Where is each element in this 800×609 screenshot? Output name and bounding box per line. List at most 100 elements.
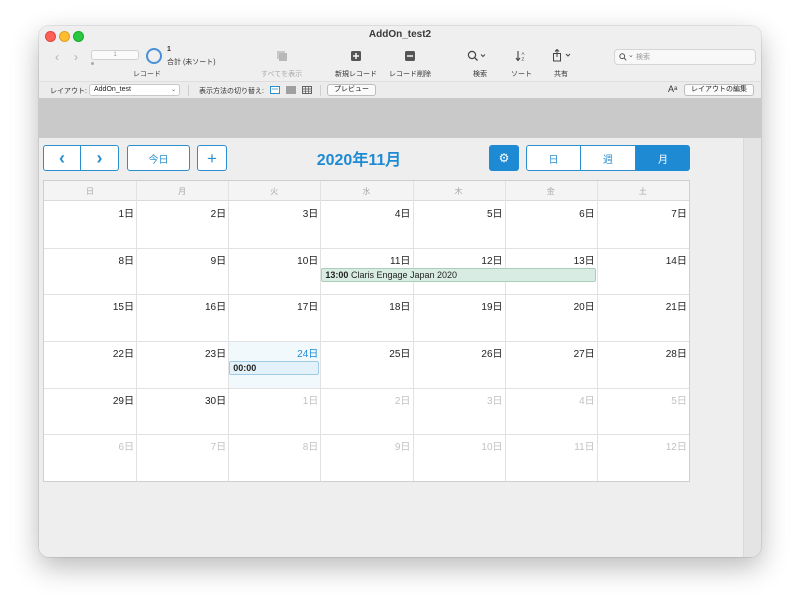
day-number: 2日 <box>394 395 411 407</box>
search-icon <box>619 53 627 61</box>
weekday-header: 日 <box>86 187 94 196</box>
view-as-label: 表示方法の切り替え: <box>199 88 264 95</box>
previous-record-icon[interactable]: ‹ <box>55 50 59 64</box>
day-number: 24日 <box>297 349 319 360</box>
day-number: 6日 <box>118 442 134 454</box>
calendar-previous-button[interactable]: ‹ <box>43 145 81 171</box>
find-label[interactable]: 検索 <box>473 69 487 79</box>
toolbar: AddOn_test2 ‹ › 1 1 合計 (未ソート) レコード すべてを表… <box>39 26 761 108</box>
find-icon[interactable] <box>467 50 487 62</box>
quick-find-field[interactable]: ⌄ <box>614 49 756 65</box>
day-number: 18日 <box>389 302 411 314</box>
calendar-event[interactable]: 13:00 Claris Engage Japan 2020 <box>321 267 596 282</box>
edit-layout-button[interactable]: レイアウトの編集 <box>684 84 754 96</box>
day-number: 3日 <box>486 395 503 407</box>
layout-select[interactable]: AddOn_test ⌄ <box>89 84 180 96</box>
day-number: 8日 <box>118 255 134 267</box>
format-bar-icon[interactable]: Aᵃ <box>668 84 677 94</box>
week-view-tab[interactable]: 週 <box>581 145 636 171</box>
sort-label[interactable]: ソート <box>511 69 532 79</box>
day-number: 9日 <box>210 255 227 267</box>
day-view-tab[interactable]: 日 <box>526 145 581 171</box>
day-number: 4日 <box>394 209 411 220</box>
list-view-icon[interactable] <box>286 86 296 94</box>
chevron-left-icon: ‹ <box>59 148 65 168</box>
day-number: 19日 <box>481 302 503 314</box>
weekday-header-row: 日月火水木金土 <box>44 181 689 201</box>
day-number: 10日 <box>481 442 503 454</box>
header-area <box>39 98 761 138</box>
week-view-label: 週 <box>603 154 613 166</box>
day-number: 12日 <box>481 255 503 267</box>
day-number: 1日 <box>118 209 134 220</box>
vertical-scrollbar[interactable] <box>743 138 761 557</box>
weekday-header: 月 <box>178 187 187 196</box>
day-number: 1日 <box>302 395 319 407</box>
calendar-next-button[interactable]: › <box>81 145 119 171</box>
new-record-icon[interactable] <box>351 51 361 61</box>
day-number: 15日 <box>112 302 134 314</box>
day-number: 28日 <box>665 349 687 360</box>
weekday-header: 土 <box>638 187 647 196</box>
day-number: 16日 <box>205 302 227 314</box>
day-number: 12日 <box>665 442 687 454</box>
day-number: 17日 <box>297 302 319 314</box>
slider-knob-icon[interactable] <box>91 62 94 65</box>
event-time: 00:00 <box>233 363 257 373</box>
weekday-header: 水 <box>362 187 371 196</box>
search-options-chevron-icon[interactable]: ⌄ <box>628 51 634 59</box>
layout-label: レイアウト: <box>50 88 87 95</box>
sort-icon[interactable]: A Z <box>515 50 527 62</box>
gear-icon: ⚙ <box>498 151 510 165</box>
app-window: AddOn_test2 ‹ › 1 1 合計 (未ソート) レコード すべてを表… <box>39 26 761 557</box>
day-number: 7日 <box>210 442 227 454</box>
show-all-icon[interactable] <box>276 50 288 62</box>
day-number: 22日 <box>112 349 134 360</box>
calendar-settings-button[interactable]: ⚙ <box>489 145 519 171</box>
day-number: 6日 <box>579 209 595 220</box>
today-button[interactable]: 今日 <box>127 145 190 171</box>
share-icon[interactable] <box>552 49 572 62</box>
show-all-label[interactable]: すべてを表示 <box>261 69 302 79</box>
day-number: 26日 <box>481 349 503 360</box>
day-number: 25日 <box>389 349 411 360</box>
day-number: 29日 <box>112 395 134 407</box>
day-number: 7日 <box>671 209 687 220</box>
record-caption: レコード <box>133 71 161 78</box>
next-record-icon[interactable]: › <box>74 50 78 64</box>
search-input[interactable] <box>636 51 751 63</box>
add-event-button[interactable]: + <box>197 145 227 171</box>
day-number: 13日 <box>573 255 595 267</box>
weekday-header: 木 <box>454 187 463 196</box>
plus-icon: + <box>207 148 217 168</box>
calendar-title: 2020年11月 <box>316 152 402 169</box>
calendar-event[interactable]: 00:00 <box>229 361 320 375</box>
record-total: 合計 (未ソート) <box>167 59 216 66</box>
event-title: Claris Engage Japan 2020 <box>350 269 458 280</box>
day-number: 4日 <box>579 395 595 407</box>
share-label[interactable]: 共有 <box>554 69 568 79</box>
day-view-label: 日 <box>548 154 559 166</box>
preview-button[interactable]: プレビュー <box>327 84 376 96</box>
table-view-icon[interactable] <box>302 86 312 94</box>
day-number: 30日 <box>205 395 227 407</box>
day-number: 14日 <box>665 255 687 267</box>
new-record-label[interactable]: 新規レコード <box>335 69 377 79</box>
day-number: 23日 <box>205 349 227 360</box>
month-view-label: 月 <box>658 154 668 166</box>
delete-record-icon[interactable] <box>405 51 415 61</box>
day-number: 5日 <box>671 395 687 407</box>
event-time: 13:00 <box>325 269 349 280</box>
delete-record-label[interactable]: レコード削除 <box>389 69 431 79</box>
divider <box>320 85 321 96</box>
month-view-tab[interactable]: 月 <box>636 145 690 171</box>
svg-text:A: A <box>522 51 525 56</box>
day-number: 10日 <box>297 255 319 267</box>
svg-text:Z: Z <box>522 57 525 62</box>
record-slider[interactable]: 1 <box>91 50 139 60</box>
weekday-header: 火 <box>270 187 279 196</box>
window-title: AddOn_test2 <box>368 29 432 40</box>
form-view-icon[interactable] <box>270 86 280 94</box>
today-label: 今日 <box>148 154 169 166</box>
record-count: 1 <box>167 46 171 53</box>
